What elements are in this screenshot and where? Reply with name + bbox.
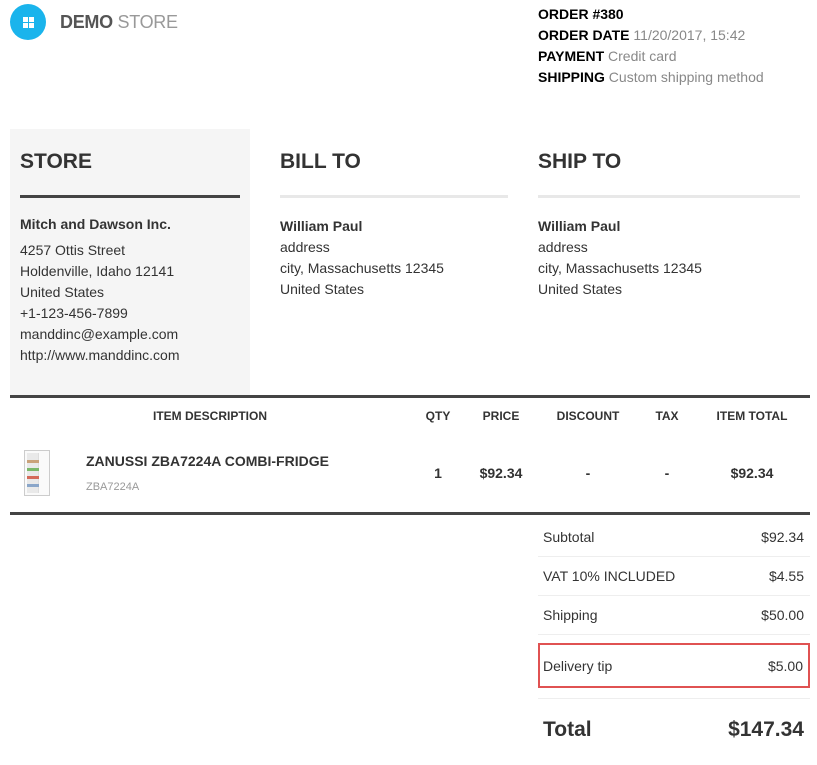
store-name: Mitch and Dawson Inc. xyxy=(20,216,171,232)
shipping-value: $50.00 xyxy=(761,607,804,623)
header-discount: DISCOUNT xyxy=(556,409,620,423)
bill-to-country: United States xyxy=(280,281,365,297)
order-date-value: 11/20/2017, 15:42 xyxy=(633,27,746,43)
product-cell: ZANUSSI ZBA7224A COMBI-FRIDGE ZBA7224A xyxy=(10,448,410,498)
header-qty: QTY xyxy=(425,409,451,423)
bill-to-heading: BILL TO xyxy=(280,150,361,173)
store-logo: DEMO STORE xyxy=(10,4,178,40)
shipping-method-value: Custom shipping method xyxy=(608,69,764,85)
header-tax: TAX xyxy=(655,409,679,423)
order-date-label: ORDER DATE xyxy=(538,27,630,43)
store-heading: STORE xyxy=(20,150,92,173)
logo-icon xyxy=(10,4,46,40)
fridge-thumbnail xyxy=(20,448,54,498)
item-total: $92.34 xyxy=(730,465,774,481)
bill-to-divider xyxy=(280,195,508,198)
item-discount: - xyxy=(585,465,591,481)
delivery-tip-label: Delivery tip xyxy=(543,657,613,674)
shipping-row: Shipping $50.00 xyxy=(538,596,810,635)
order-info: ORDER #380 ORDER DATE 11/20/2017, 15:42 … xyxy=(538,4,764,88)
store-column: STORE Mitch and Dawson Inc. 4257 Ottis S… xyxy=(10,129,250,395)
store-website[interactable]: http://www.manddinc.com xyxy=(20,345,240,366)
ship-to-country: United States xyxy=(538,281,623,297)
delivery-tip-row: Delivery tip $5.00 xyxy=(538,643,810,688)
payment-label: PAYMENT xyxy=(538,48,605,64)
store-divider xyxy=(20,195,240,198)
vat-label: VAT 10% INCLUDED xyxy=(543,568,676,584)
store-city: Holdenville, Idaho 12141 xyxy=(20,263,175,279)
shipping-method-label: SHIPPING xyxy=(538,69,605,85)
grand-total-row: Total $147.34 xyxy=(538,698,810,760)
bill-to-name: William Paul xyxy=(280,218,363,234)
store-street: 4257 Ottis Street xyxy=(20,242,126,258)
subtotal-label: Subtotal xyxy=(543,529,595,545)
product-sku: ZBA7224A xyxy=(86,481,140,493)
store-country: United States xyxy=(20,284,105,300)
payment-value: Credit card xyxy=(608,48,677,64)
ship-to-column: SHIP TO William Paul address city, Massa… xyxy=(528,129,810,395)
ship-to-heading: SHIP TO xyxy=(538,150,622,173)
item-qty: 1 xyxy=(434,465,442,481)
store-phone: +1-123-456-7899 xyxy=(20,305,128,321)
ship-to-divider xyxy=(538,195,800,198)
header-description: ITEM DESCRIPTION xyxy=(152,409,267,423)
delivery-tip-value: $5.00 xyxy=(767,657,803,674)
bill-to-city: city, Massachusetts 12345 xyxy=(280,260,444,276)
grand-total-value: $147.34 xyxy=(728,717,804,741)
totals-summary: Subtotal $92.34 VAT 10% INCLUDED $4.55 S… xyxy=(538,518,810,760)
ship-to-address: address xyxy=(538,239,588,255)
items-table-header: ITEM DESCRIPTION QTY PRICE DISCOUNT TAX … xyxy=(10,398,810,434)
product-name[interactable]: ZANUSSI ZBA7224A COMBI-FRIDGE xyxy=(86,453,329,469)
header-item-total: ITEM TOTAL xyxy=(716,409,788,423)
bill-to-address: address xyxy=(280,239,330,255)
bill-to-column: BILL TO William Paul address city, Massa… xyxy=(270,129,518,395)
table-row: ZANUSSI ZBA7224A COMBI-FRIDGE ZBA7224A 1… xyxy=(10,434,810,512)
subtotal-row: Subtotal $92.34 xyxy=(538,518,810,557)
item-price: $92.34 xyxy=(479,465,523,481)
shipping-label: Shipping xyxy=(543,607,598,623)
logo-text: DEMO STORE xyxy=(60,11,178,32)
order-number: ORDER #380 xyxy=(538,6,624,22)
item-tax: - xyxy=(664,465,670,481)
ship-to-name: William Paul xyxy=(538,218,621,234)
items-table: ITEM DESCRIPTION QTY PRICE DISCOUNT TAX … xyxy=(10,395,810,515)
ship-to-city: city, Massachusetts 12345 xyxy=(538,260,702,276)
vat-row: VAT 10% INCLUDED $4.55 xyxy=(538,557,810,596)
vat-value: $4.55 xyxy=(768,568,804,584)
store-email[interactable]: manddinc@example.com xyxy=(20,324,240,345)
subtotal-value: $92.34 xyxy=(761,529,804,545)
header-price: PRICE xyxy=(482,409,520,423)
grand-total-label: Total xyxy=(543,717,592,741)
